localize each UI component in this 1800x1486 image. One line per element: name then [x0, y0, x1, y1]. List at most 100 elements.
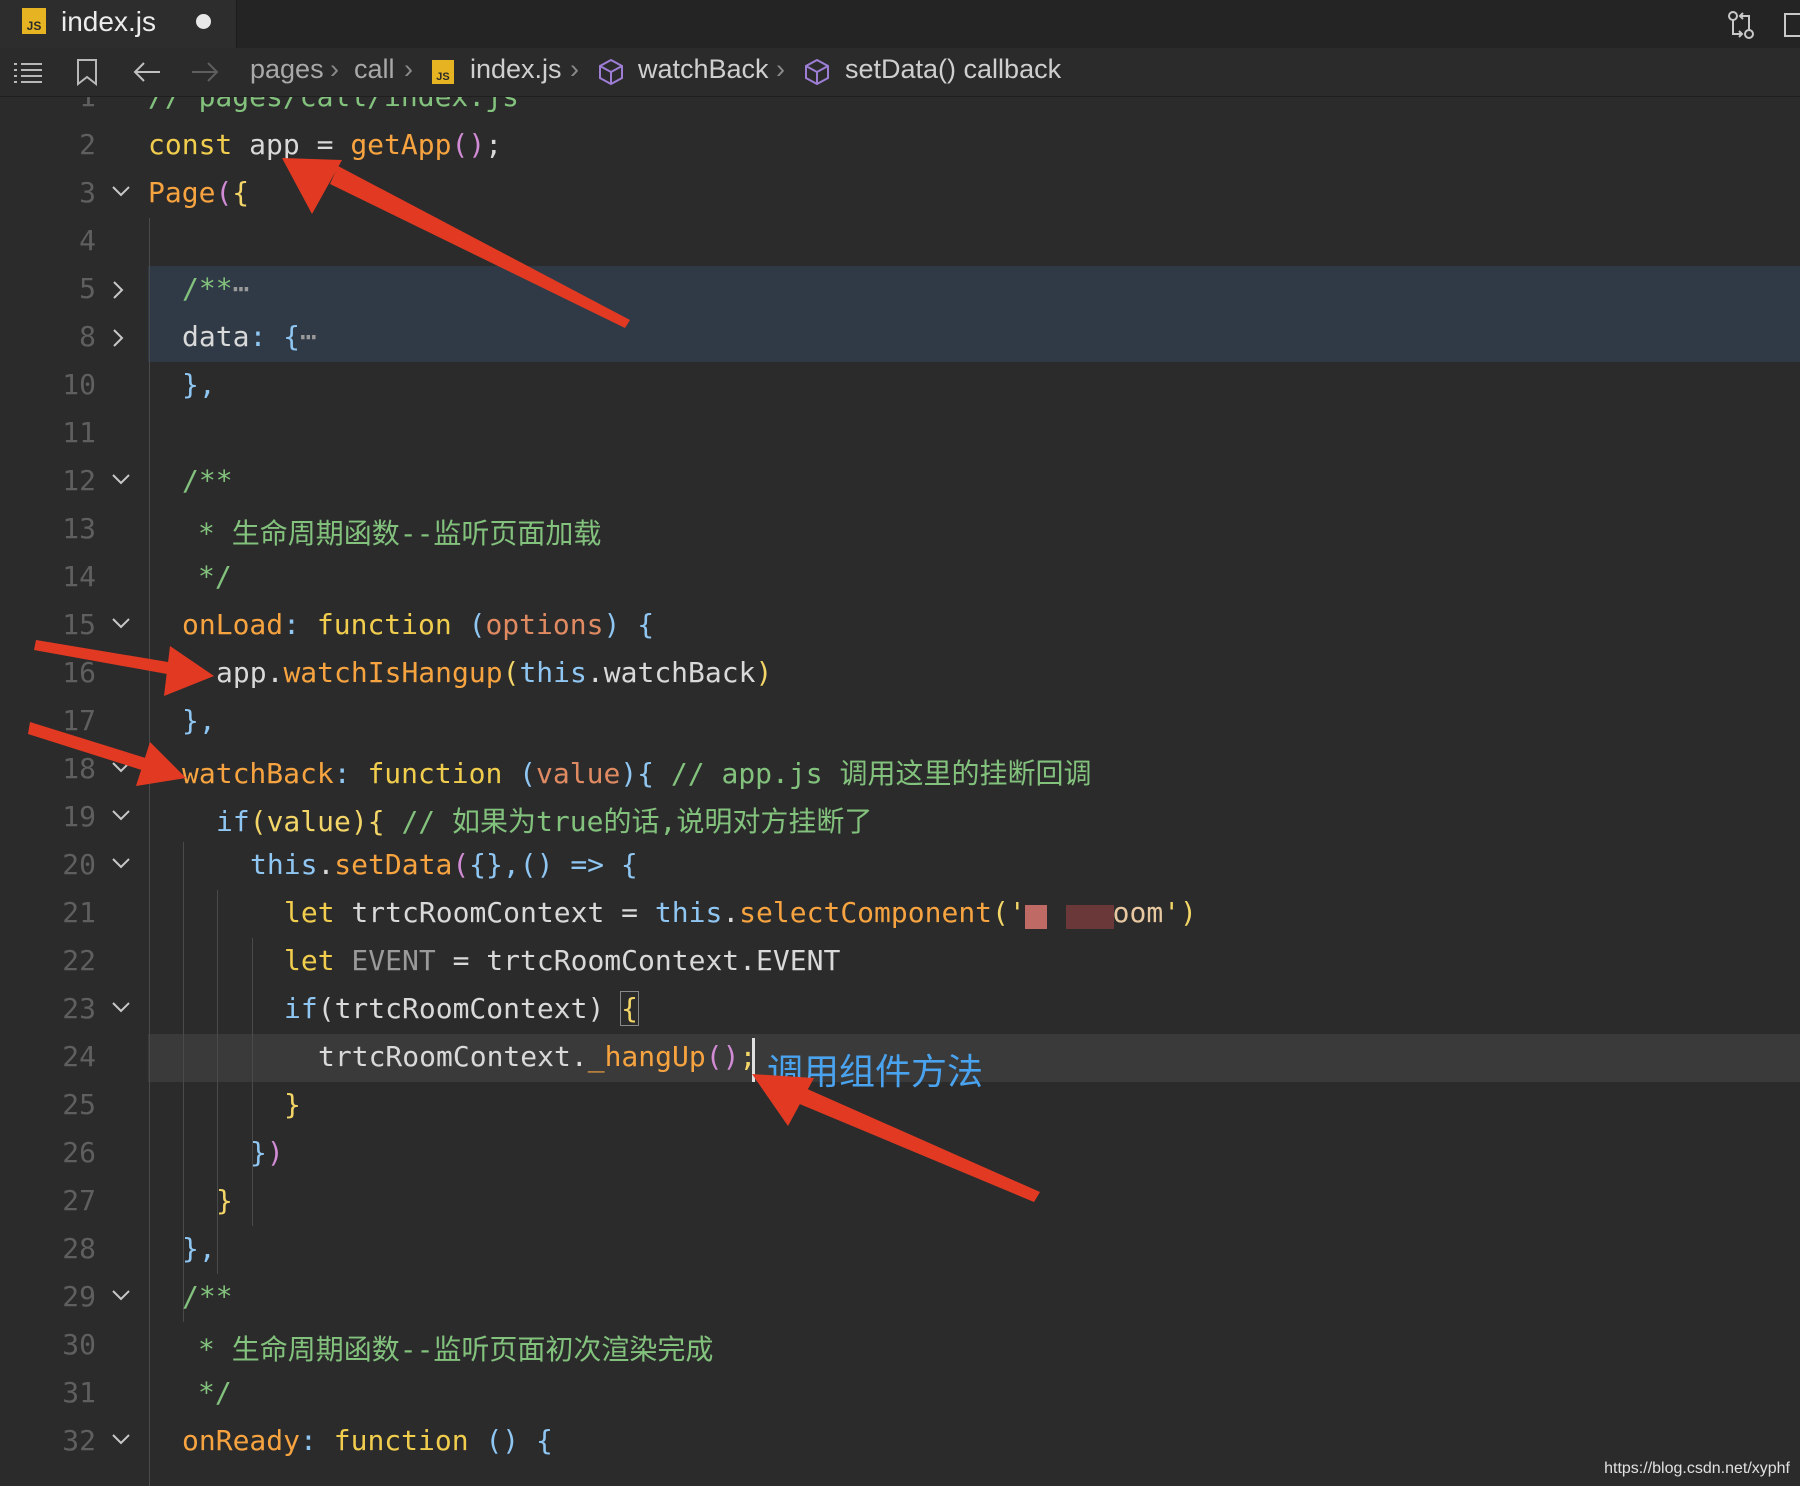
tab-label: index.js: [61, 6, 156, 37]
code-text: let EVENT = trtcRoomContext.EVENT: [284, 944, 841, 977]
javascript-file-icon: JS: [432, 60, 454, 84]
code-line[interactable]: 1 // pages/call/index.js: [0, 97, 1800, 122]
code-text: }): [250, 1136, 284, 1169]
javascript-file-icon: JS: [22, 8, 46, 34]
tab-index-js[interactable]: JS index.js: [0, 0, 237, 48]
vscode-window: JS index.js pages › call › JS index.js ›…: [0, 0, 1800, 1486]
tab-bar: JS index.js: [0, 0, 1800, 48]
code-line[interactable]: 8 data: {⋯: [0, 314, 1800, 362]
code-line[interactable]: 11: [0, 410, 1800, 458]
code-text: const app = getApp();: [148, 128, 503, 161]
line-number: 32: [62, 1424, 96, 1457]
line-number: 5: [79, 272, 96, 305]
breadcrumb-symbol-watchback[interactable]: watchBack: [638, 54, 769, 85]
chevron-right-icon: ›: [330, 54, 339, 84]
arrow-left-icon[interactable]: [132, 58, 162, 86]
redaction-mark: [1066, 905, 1114, 929]
code-line[interactable]: 20 this.setData({},() => {: [0, 842, 1800, 890]
chevron-right-icon[interactable]: [111, 328, 125, 348]
code-line[interactable]: 22 let EVENT = trtcRoomContext.EVENT: [0, 938, 1800, 986]
line-number: 4: [79, 224, 96, 257]
breadcrumb: pages › call › JS index.js › watchBack ›…: [0, 48, 1800, 97]
code-comment: /**: [182, 1280, 233, 1313]
code-line[interactable]: 18 watchBack: function (value){ // app.j…: [0, 746, 1800, 794]
line-number: 25: [62, 1088, 96, 1121]
code-line[interactable]: 26 }): [0, 1130, 1800, 1178]
list-icon[interactable]: [12, 58, 44, 86]
code-line[interactable]: 14 */: [0, 554, 1800, 602]
line-number: 23: [62, 992, 96, 1025]
line-number: 20: [62, 848, 96, 881]
unsaved-dot-icon[interactable]: [196, 14, 211, 29]
chevron-down-icon[interactable]: [111, 1288, 131, 1302]
code-line[interactable]: 12 /**: [0, 458, 1800, 506]
code-text: },: [182, 1232, 216, 1265]
code-comment: */: [198, 1376, 232, 1409]
code-line[interactable]: 28 },: [0, 1226, 1800, 1274]
chevron-down-icon[interactable]: [111, 1000, 131, 1014]
arrow-right-icon[interactable]: [190, 58, 220, 86]
chevron-down-icon[interactable]: [111, 760, 131, 774]
line-number: 22: [62, 944, 96, 977]
annotation-label: 调用组件方法: [767, 1052, 984, 1093]
code-comment: /**: [182, 464, 233, 497]
code-line[interactable]: 31 */: [0, 1370, 1800, 1418]
code-line[interactable]: 15 onLoad: function (options) {: [0, 602, 1800, 650]
code-text: Page({: [148, 176, 250, 209]
code-line[interactable]: 30 * 生命周期函数--监听页面初次渲染完成: [0, 1322, 1800, 1370]
bookmark-icon[interactable]: [75, 58, 99, 86]
code-editor[interactable]: 1 // pages/call/index.js 2 const app = g…: [0, 97, 1800, 1486]
chevron-right-icon: ›: [570, 54, 579, 84]
code-text: }: [216, 1184, 233, 1217]
code-text: },: [182, 704, 216, 737]
chevron-down-icon[interactable]: [111, 472, 131, 486]
line-number: 13: [62, 512, 96, 545]
line-number: 31: [62, 1376, 96, 1409]
chevron-right-icon: ›: [404, 54, 413, 84]
line-number: 10: [62, 368, 96, 401]
code-line[interactable]: 2 const app = getApp();: [0, 122, 1800, 170]
code-line[interactable]: 5 /**⋯: [0, 266, 1800, 314]
split-editor-icon[interactable]: [1782, 8, 1800, 42]
breadcrumb-symbol-setdata[interactable]: setData() callback: [845, 54, 1061, 85]
line-number: 3: [79, 176, 96, 209]
code-line[interactable]: 29 /**: [0, 1274, 1800, 1322]
code-text: onReady: function () {: [182, 1424, 553, 1457]
line-number: 19: [62, 800, 96, 833]
chevron-down-icon[interactable]: [111, 184, 131, 198]
line-number: 29: [62, 1280, 96, 1313]
chevron-down-icon[interactable]: [111, 856, 131, 870]
line-number: 8: [79, 320, 96, 353]
code-line[interactable]: 16 app.watchIsHangup(this.watchBack): [0, 650, 1800, 698]
breadcrumb-file[interactable]: index.js: [470, 54, 562, 85]
breadcrumb-call[interactable]: call: [354, 54, 395, 85]
line-number: 21: [62, 896, 96, 929]
code-line[interactable]: 23 if(trtcRoomContext) {: [0, 986, 1800, 1034]
code-line[interactable]: 19 if(value){ // 如果为true的话,说明对方挂断了: [0, 794, 1800, 842]
code-line[interactable]: 4: [0, 218, 1800, 266]
line-number: 28: [62, 1232, 96, 1265]
redaction-mark: [1025, 905, 1047, 929]
cube-icon: [805, 58, 829, 86]
text-cursor: [752, 1038, 755, 1082]
code-line[interactable]: 13 * 生命周期函数--监听页面加载: [0, 506, 1800, 554]
chevron-right-icon[interactable]: [111, 280, 125, 300]
code-line[interactable]: 17 },: [0, 698, 1800, 746]
code-line[interactable]: 32 onReady: function () {: [0, 1418, 1800, 1466]
chevron-down-icon[interactable]: [111, 616, 131, 630]
code-line[interactable]: 27 }: [0, 1178, 1800, 1226]
code-text: let trtcRoomContext = this.selectCompone…: [284, 896, 1197, 929]
compare-changes-icon[interactable]: [1724, 8, 1758, 42]
code-text: if(trtcRoomContext) {: [284, 991, 640, 1026]
code-line[interactable]: 3 Page({: [0, 170, 1800, 218]
code-text: }: [284, 1088, 301, 1121]
chevron-down-icon[interactable]: [111, 1432, 131, 1446]
breadcrumb-pages[interactable]: pages: [250, 54, 324, 85]
code-line[interactable]: 21 let trtcRoomContext = this.selectComp…: [0, 890, 1800, 938]
chevron-down-icon[interactable]: [111, 808, 131, 822]
code-text: trtcRoomContext._hangUp();: [318, 1040, 757, 1073]
code-text: data: {⋯: [182, 320, 317, 353]
watermark: https://blog.csdn.net/xyphf: [1604, 1460, 1790, 1477]
code-line[interactable]: 10 },: [0, 362, 1800, 410]
code-comment: * 生命周期函数--监听页面加载: [198, 517, 602, 550]
